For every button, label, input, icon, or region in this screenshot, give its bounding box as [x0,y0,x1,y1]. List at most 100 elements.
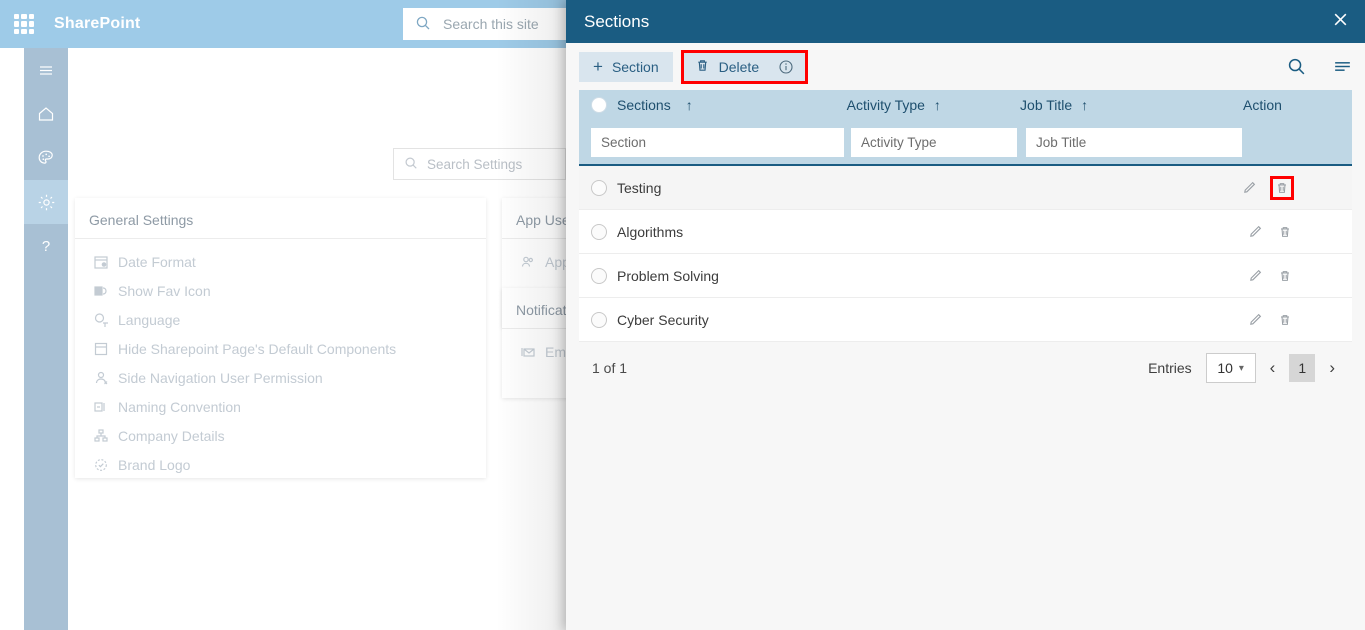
add-section-button[interactable]: + Section [579,51,673,82]
setting-label: Language [118,311,181,328]
info-icon[interactable] [778,59,794,75]
column-label: Sections [617,97,671,113]
row-count-text: 1 of 1 [592,360,628,376]
general-settings-title: General Settings [75,198,486,239]
trash-icon[interactable] [1270,175,1294,200]
column-label: Action [1243,97,1282,113]
chevron-right-icon[interactable]: › [1325,358,1339,378]
sidebar-item-settings[interactable] [24,180,68,224]
setting-label: Brand Logo [118,456,191,473]
plus-icon: + [593,57,603,76]
pagination: Entries 10 ▾ ‹ 1 › [1148,353,1339,383]
trash-icon[interactable] [1276,311,1294,329]
setting-item-date-format[interactable]: Date Format [75,247,486,276]
general-settings-list: Date Format Show Fav Icon Language Hide … [75,239,486,479]
app-body: ? Search Settings General Settings Date … [0,48,832,630]
sort-ascending-icon[interactable]: ↑ [934,97,941,113]
chevron-left-icon[interactable]: ‹ [1266,358,1280,378]
filter-input-section[interactable]: Section [591,127,844,157]
sharepoint-brand[interactable]: SharePoint [54,15,140,33]
search-settings-input[interactable]: Search Settings [393,148,566,180]
badge-icon [93,457,109,473]
table-row[interactable]: Algorithms [579,210,1352,254]
delete-button[interactable]: Delete [680,49,809,84]
row-action-group [1240,175,1352,200]
sidebar-item-theme[interactable] [24,136,68,180]
row-select-radio[interactable] [591,179,607,196]
setting-item-company-details[interactable]: Company Details [75,421,486,450]
site-search-placeholder: Search this site [443,16,539,32]
translate-icon [93,312,109,328]
grid-footer: 1 of 1 Entries 10 ▾ ‹ 1 › [579,342,1352,394]
screen: SharePoint Search this site ? Search Set… [0,0,1365,630]
org-chart-icon [93,428,109,444]
column-header-activity-type[interactable]: Activity Type ↑ [847,97,1020,113]
panel-toolbar: + Section Delete [566,43,1365,90]
close-icon[interactable] [1332,11,1349,32]
select-all-radio[interactable] [591,97,607,113]
filter-input-job-title[interactable]: Job Title [1026,127,1242,157]
sections-panel: Sections + Section Delete Sections ↑ Act… [566,0,1365,630]
row-select-radio[interactable] [591,267,607,284]
left-rail: ? [24,48,68,630]
naming-icon [93,399,109,415]
chevron-down-icon: ▾ [1238,362,1244,374]
row-section-name: Testing [617,179,662,196]
filter-input-activity-type[interactable]: Activity Type [851,127,1017,157]
svg-text:?: ? [42,238,50,255]
app-launcher-icon[interactable] [14,14,34,34]
table-row[interactable]: Cyber Security [579,298,1352,342]
sections-grid: Sections ↑ Activity Type ↑ Job Title ↑ A… [579,90,1352,342]
setting-label: Side Navigation User Permission [118,369,323,386]
setting-label: Hide Sharepoint Page's Default Component… [118,340,397,357]
list-menu-icon[interactable] [1332,56,1353,77]
entries-value: 10 [1217,360,1233,376]
table-row[interactable]: Problem Solving [579,254,1352,298]
row-action-group [1246,223,1352,241]
add-section-label: Section [611,58,659,75]
sort-ascending-icon[interactable]: ↑ [686,97,693,113]
setting-label: Date Format [118,253,196,270]
row-section-name: Problem Solving [617,267,719,284]
email-icon [520,344,536,360]
calendar-clock-icon [93,254,109,270]
pencil-icon[interactable] [1240,179,1258,197]
setting-item-naming-convention[interactable]: Naming Convention [75,392,486,421]
sidebar-item-help[interactable]: ? [24,224,68,268]
search-settings-placeholder: Search Settings [427,156,523,172]
trash-icon[interactable] [1276,223,1294,241]
search-icon[interactable] [1287,57,1306,76]
entries-per-page-select[interactable]: 10 ▾ [1205,353,1256,383]
setting-item-side-nav-permission[interactable]: Side Navigation User Permission [75,363,486,392]
general-settings-card: General Settings Date Format Show Fav Ic… [75,198,486,478]
row-action-group [1246,267,1352,285]
setting-item-show-fav-icon[interactable]: Show Fav Icon [75,276,486,305]
setting-label: Naming Convention [118,398,241,415]
pencil-icon[interactable] [1246,311,1264,329]
pencil-icon[interactable] [1246,267,1264,285]
layout-icon [93,341,109,357]
column-header-job-title[interactable]: Job Title ↑ [1020,97,1243,113]
column-header-action: Action [1243,97,1352,113]
sidebar-item-home[interactable] [24,92,68,136]
grid-filter-row: Section Activity Type Job Title [579,120,1352,166]
setting-item-brand-logo[interactable]: Brand Logo [75,450,486,479]
setting-item-hide-default-components[interactable]: Hide Sharepoint Page's Default Component… [75,334,486,363]
column-label: Activity Type [846,97,925,113]
table-row[interactable]: Testing [579,166,1352,210]
pencil-icon[interactable] [1246,223,1264,241]
panel-header: Sections [566,0,1365,43]
row-section-name: Cyber Security [617,311,709,328]
row-section-name: Algorithms [617,223,684,240]
trash-icon[interactable] [1276,267,1294,285]
search-icon [404,156,418,173]
row-select-radio[interactable] [591,223,607,240]
row-select-radio[interactable] [591,311,607,328]
page-number-button[interactable]: 1 [1289,354,1316,382]
favicon-icon [93,283,109,299]
setting-item-language[interactable]: Language [75,305,486,334]
sidebar-item-menu[interactable] [24,48,68,92]
trash-icon [695,58,710,76]
column-header-sections[interactable]: Sections ↑ [591,97,847,113]
sort-ascending-icon[interactable]: ↑ [1081,97,1088,113]
